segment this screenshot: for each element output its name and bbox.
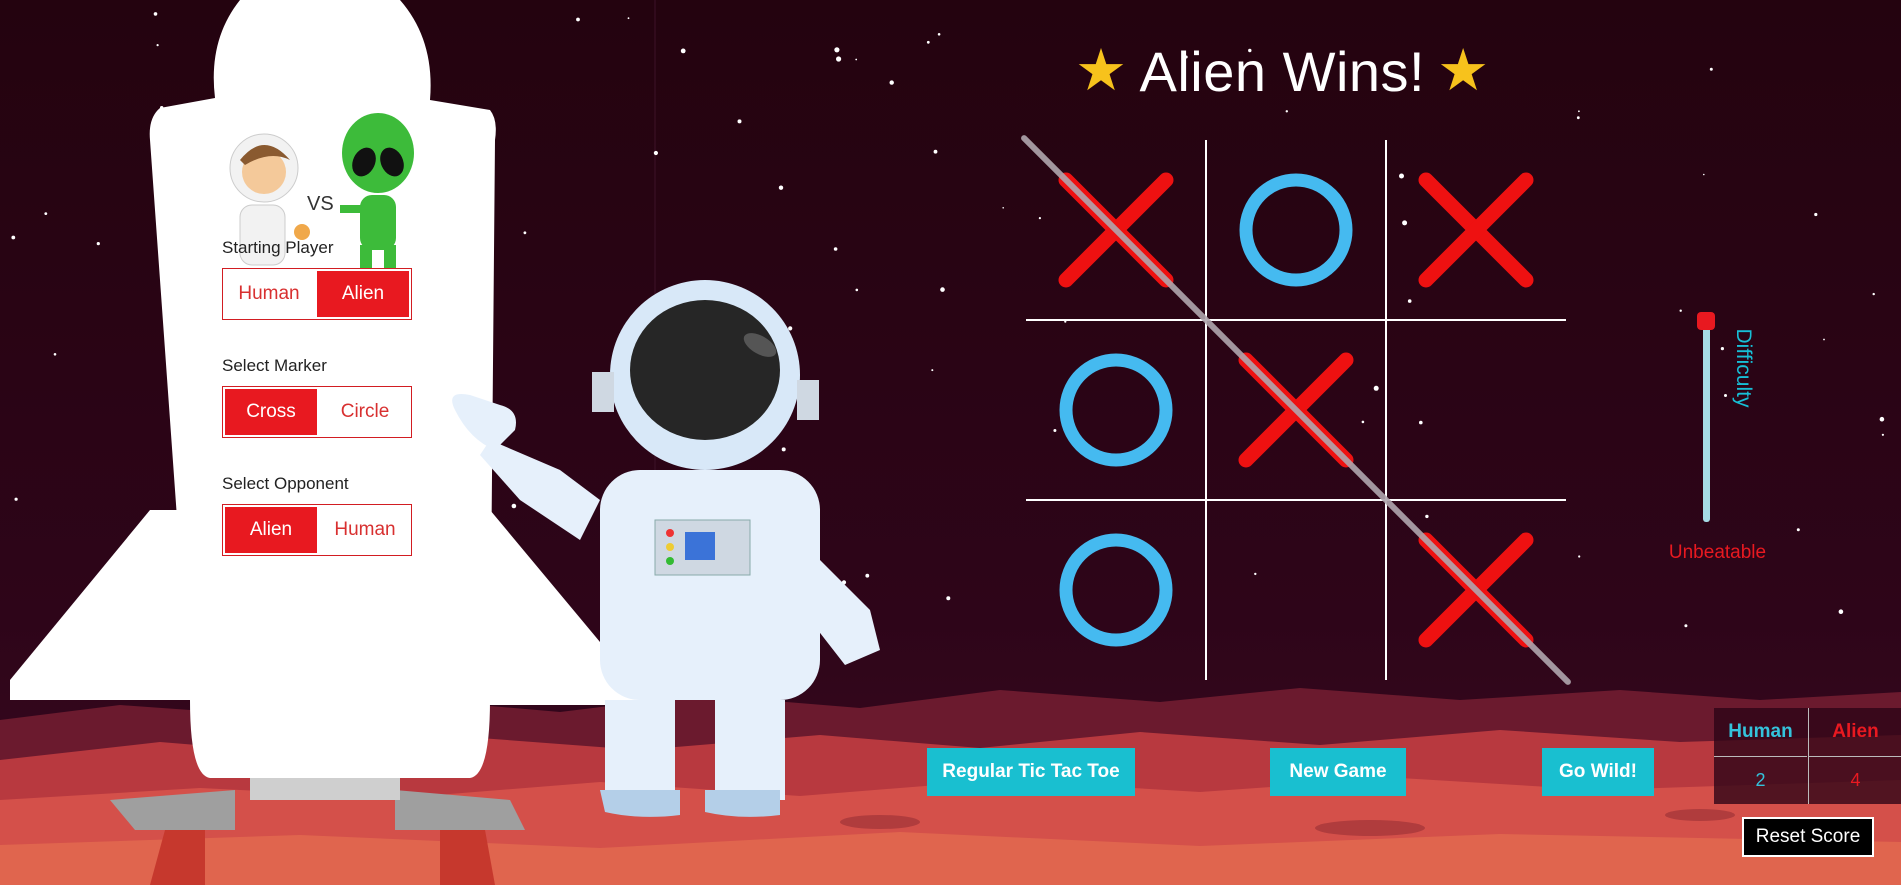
select-opponent-label: Select Opponent <box>222 474 349 493</box>
star-dot <box>836 56 842 62</box>
star-dot <box>1720 347 1724 351</box>
starting-player-label: Starting Player <box>222 238 334 257</box>
star-icon: ★ <box>1437 38 1490 103</box>
board-cell[interactable] <box>1206 320 1386 500</box>
settings-panel: VS Starting Player Human Alien Select Ma… <box>222 110 414 592</box>
star-dot <box>931 369 934 372</box>
star-dot <box>653 150 659 156</box>
star-dot <box>1285 110 1289 113</box>
board-cell[interactable] <box>1386 500 1566 680</box>
starting-player-option-human[interactable]: Human <box>223 269 315 319</box>
star-dot <box>53 353 57 356</box>
select-marker-label: Select Marker <box>222 356 327 375</box>
board-cell[interactable] <box>1026 140 1206 320</box>
board-cell[interactable] <box>1386 140 1566 320</box>
vs-label: VS <box>307 193 334 215</box>
result-title: ★ Alien Wins! ★ <box>1075 38 1490 104</box>
star-dot <box>627 17 630 20</box>
star-dot <box>834 47 840 53</box>
alien-score-value: 4 <box>1809 756 1901 804</box>
star-dot <box>1578 555 1581 558</box>
go-wild-button[interactable]: Go Wild! <box>1542 748 1654 796</box>
star-dot <box>855 288 859 292</box>
star-dot <box>1881 433 1884 436</box>
star-dot <box>1679 309 1682 312</box>
star-dot <box>865 573 870 578</box>
star-dot <box>1838 609 1844 614</box>
marker-toggle: Cross Circle <box>222 386 412 438</box>
alien-score-header: Alien <box>1832 721 1879 742</box>
star-dot <box>156 44 159 47</box>
star-dot <box>937 33 941 36</box>
star-dot <box>889 80 894 85</box>
star-dot <box>933 149 938 154</box>
star-dot <box>833 247 838 251</box>
difficulty-slider-thumb[interactable] <box>1697 312 1715 330</box>
new-game-button[interactable]: New Game <box>1270 748 1406 796</box>
star-icon: ★ <box>1075 38 1128 103</box>
star-dot <box>96 242 100 246</box>
star-dot <box>1872 292 1875 296</box>
marker-option-circle[interactable]: Circle <box>319 387 411 437</box>
star-dot <box>576 17 580 22</box>
board-cell[interactable] <box>1026 500 1206 680</box>
reset-score-button[interactable]: Reset Score <box>1742 817 1874 857</box>
human-score-value: 2 <box>1714 756 1807 804</box>
star-dot <box>940 287 945 292</box>
difficulty-label: Difficulty <box>1732 328 1755 408</box>
star-dot <box>511 503 517 509</box>
opponent-option-human[interactable]: Human <box>319 505 411 555</box>
star-dot <box>153 12 158 16</box>
opponent-option-alien[interactable]: Alien <box>225 507 317 553</box>
star-dot <box>855 58 858 61</box>
difficulty-level-label: Unbeatable <box>1668 542 1767 563</box>
regular-tic-tac-toe-button[interactable]: Regular Tic Tac Toe <box>927 748 1135 796</box>
human-score-header: Human <box>1728 721 1793 742</box>
human-score-column: Human 2 <box>1714 708 1807 804</box>
score-table: Human 2 Alien 4 <box>1714 708 1901 804</box>
star-dot <box>1796 528 1800 532</box>
star-dot <box>44 212 48 216</box>
star-dot <box>680 48 686 54</box>
star-dot <box>737 119 742 124</box>
star-dot <box>1823 338 1825 341</box>
star-dot <box>1879 416 1885 422</box>
alien-score-column: Alien 4 <box>1808 708 1901 804</box>
star-dot <box>1002 207 1004 209</box>
opponent-toggle: Alien Human <box>222 504 412 556</box>
marker-option-cross[interactable]: Cross <box>225 389 317 435</box>
star-dot <box>788 326 793 331</box>
star-dot <box>1578 110 1580 113</box>
star-dot <box>1724 394 1727 397</box>
game-board <box>1021 135 1571 685</box>
star-dot <box>926 40 930 44</box>
star-dot <box>1814 212 1818 217</box>
star-dot <box>1703 173 1705 176</box>
star-dot <box>778 185 784 190</box>
star-dot <box>14 497 18 501</box>
star-dot <box>11 235 16 240</box>
star-dot <box>1576 116 1580 120</box>
board-cell[interactable] <box>1026 320 1206 500</box>
starting-player-option-alien[interactable]: Alien <box>317 271 409 317</box>
board-cell[interactable] <box>1206 140 1386 320</box>
difficulty-slider-track[interactable] <box>1703 320 1710 522</box>
board-cell[interactable] <box>1386 320 1566 500</box>
board-cell[interactable] <box>1206 500 1386 680</box>
star-dot <box>1684 624 1688 628</box>
starting-player-toggle: Human Alien <box>222 268 412 320</box>
winner-message: Alien Wins! <box>1139 39 1426 103</box>
star-dot <box>1709 67 1713 71</box>
star-dot <box>946 596 951 601</box>
star-dot <box>523 231 527 235</box>
star-dot <box>781 447 786 452</box>
